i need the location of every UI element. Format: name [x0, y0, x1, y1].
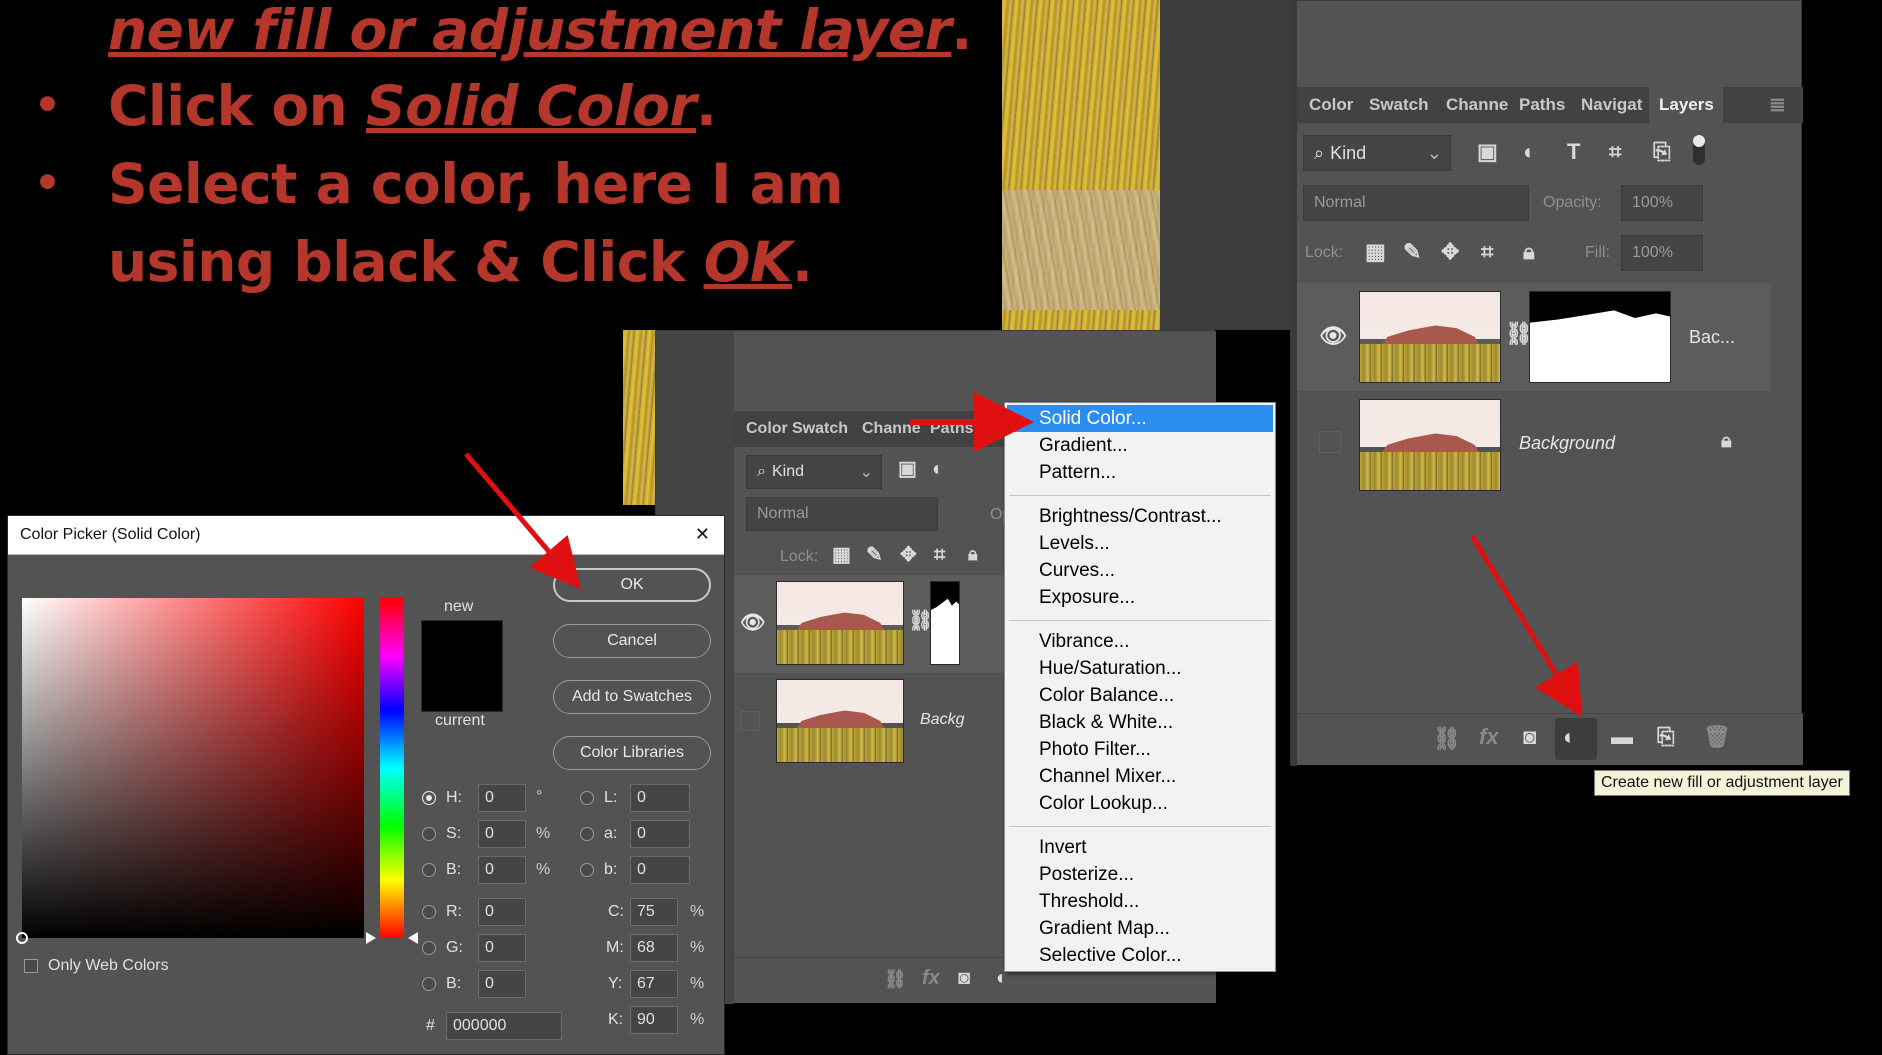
arrow-to-adjustment-button	[1469, 534, 1583, 718]
arrow-to-ok	[464, 452, 581, 590]
annotation-arrows	[464, 392, 1583, 718]
